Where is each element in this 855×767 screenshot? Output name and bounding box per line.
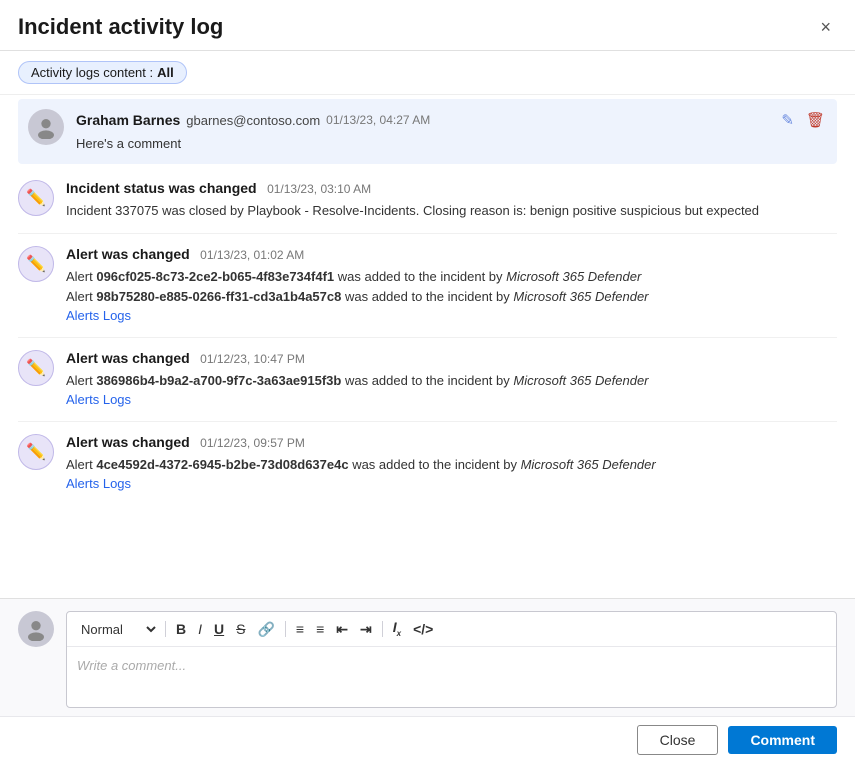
underline-button[interactable]: U: [210, 620, 228, 638]
alert-hash-5: 4ce4592d-4372-6945-b2be-73d08d637e4c: [96, 457, 348, 472]
code-button[interactable]: </>: [409, 620, 437, 638]
alert-hash-3b: 98b75280-e885-0266-ff31-cd3a1b4a57c8: [96, 289, 341, 304]
alerts-logs-link-3[interactable]: Alerts Logs: [66, 308, 131, 323]
alert-suffix-3b: was added to the incident by: [341, 289, 513, 304]
log-content-alert-3: Alert was changed 01/13/23, 01:02 AM Ale…: [66, 246, 837, 325]
avatar-alert-5: ✏️: [18, 434, 54, 470]
alert-prefix-3b: Alert: [66, 289, 96, 304]
log-actions: ✎ 🗑: [779, 109, 827, 131]
comment-editor: Normal Heading 1 Heading 2 Heading 3 B I…: [66, 611, 837, 708]
list-unordered-button[interactable]: ≡: [312, 620, 328, 638]
log-detail-alert-4: Alert 386986b4-b9a2-a700-9f7c-3a63ae915f…: [66, 371, 837, 391]
log-action-row-3: Alert was changed 01/13/23, 01:02 AM: [66, 246, 837, 264]
log-action-row-5: Alert was changed 01/12/23, 09:57 PM: [66, 434, 837, 452]
log-user: Graham Barnes: [76, 112, 180, 128]
editor-body[interactable]: Write a comment...: [67, 647, 836, 707]
pencil-icon-alert-5: ✏️: [26, 442, 46, 462]
alert-prefix-4: Alert: [66, 373, 96, 388]
log-action-title: Incident status was changed: [66, 180, 257, 196]
log-content-alert-5: Alert was changed 01/12/23, 09:57 PM Ale…: [66, 434, 837, 493]
avatar-alert-3: ✏️: [18, 246, 54, 282]
comment-row: Normal Heading 1 Heading 2 Heading 3 B I…: [0, 598, 855, 716]
log-detail-status: Incident 337075 was closed by Playbook -…: [66, 201, 837, 221]
filter-label: Activity logs content :: [31, 65, 153, 80]
editor-toolbar: Normal Heading 1 Heading 2 Heading 3 B I…: [67, 612, 836, 647]
alerts-logs-link-5[interactable]: Alerts Logs: [66, 476, 131, 491]
log-action-row: Incident status was changed 01/13/23, 03…: [66, 180, 837, 198]
editor-placeholder: Write a comment...: [77, 658, 186, 673]
alert-prefix-5: Alert: [66, 457, 96, 472]
log-list: Graham Barnes gbarnes@contoso.com 01/13/…: [0, 95, 855, 598]
log-action-title-4: Alert was changed: [66, 350, 190, 366]
log-action-title-5: Alert was changed: [66, 434, 190, 450]
panel-title: Incident activity log: [18, 14, 223, 40]
edit-icon-button[interactable]: ✎: [779, 109, 796, 131]
close-icon-button[interactable]: ×: [814, 16, 837, 38]
pencil-icon-status: ✏️: [26, 188, 46, 208]
log-item-comment: Graham Barnes gbarnes@contoso.com 01/13/…: [18, 99, 837, 164]
pencil-icon-alert-4: ✏️: [26, 358, 46, 378]
log-detail-alert-3: Alert 096cf025-8c73-2ce2-b065-4f83e734f4…: [66, 267, 837, 307]
list-ordered-button[interactable]: ≡: [292, 620, 308, 638]
italic-button[interactable]: I: [194, 620, 206, 638]
alert-suffix-4: was added to the incident by: [341, 373, 513, 388]
indent-decrease-button[interactable]: ⇤: [332, 620, 352, 638]
format-select[interactable]: Normal Heading 1 Heading 2 Heading 3: [75, 621, 159, 638]
log-item-alert-3: ✏️ Alert was changed 01/13/23, 01:02 AM …: [18, 234, 837, 338]
footer-comment-button[interactable]: Comment: [728, 726, 837, 754]
log-meta: Graham Barnes gbarnes@contoso.com 01/13/…: [76, 112, 430, 128]
filter-bar: Activity logs content : All: [0, 51, 855, 95]
log-time: 01/13/23, 04:27 AM: [326, 113, 430, 127]
toolbar-divider-2: [285, 621, 286, 637]
indent-increase-button[interactable]: ⇥: [356, 620, 376, 638]
alert-prefix-3a: Alert: [66, 269, 96, 284]
log-action-row-4: Alert was changed 01/12/23, 10:47 PM: [66, 350, 837, 368]
alerts-logs-link-4[interactable]: Alerts Logs: [66, 392, 131, 407]
alert-suffix-3a: was added to the incident by: [334, 269, 506, 284]
panel-header: Incident activity log ×: [0, 0, 855, 51]
alert-source-3a: Microsoft 365 Defender: [506, 269, 641, 284]
log-header-row: Graham Barnes gbarnes@contoso.com 01/13/…: [76, 109, 827, 131]
avatar-alert-4: ✏️: [18, 350, 54, 386]
filter-pill[interactable]: Activity logs content : All: [18, 61, 187, 84]
log-content-status: Incident status was changed 01/13/23, 03…: [66, 180, 837, 221]
avatar-graham: [28, 109, 64, 145]
alert-suffix-5: was added to the incident by: [349, 457, 521, 472]
log-action-time: 01/13/23, 03:10 AM: [267, 182, 371, 196]
alert-source-5: Microsoft 365 Defender: [521, 457, 656, 472]
log-action-time-5: 01/12/23, 09:57 PM: [200, 436, 305, 450]
avatar-status: ✏️: [18, 180, 54, 216]
log-item-alert-4: ✏️ Alert was changed 01/12/23, 10:47 PM …: [18, 338, 837, 422]
incident-activity-panel: Incident activity log × Activity logs co…: [0, 0, 855, 767]
avatar-commenter: [18, 611, 54, 647]
log-content-comment: Graham Barnes gbarnes@contoso.com 01/13/…: [76, 109, 827, 154]
alert-hash-4: 386986b4-b9a2-a700-9f7c-3a63ae915f3b: [96, 373, 341, 388]
log-item-alert-5: ✏️ Alert was changed 01/12/23, 09:57 PM …: [18, 422, 837, 505]
log-action-time-3: 01/13/23, 01:02 AM: [200, 248, 304, 262]
toolbar-divider-3: [382, 621, 383, 637]
footer-close-button[interactable]: Close: [637, 725, 719, 755]
bold-button[interactable]: B: [172, 620, 190, 638]
toolbar-divider-1: [165, 621, 166, 637]
alert-hash-3a: 096cf025-8c73-2ce2-b065-4f83e734f4f1: [96, 269, 334, 284]
log-content-alert-4: Alert was changed 01/12/23, 10:47 PM Ale…: [66, 350, 837, 409]
filter-value: All: [157, 65, 174, 80]
clear-format-button[interactable]: Ix: [389, 618, 405, 640]
log-item-status: ✏️ Incident status was changed 01/13/23,…: [18, 168, 837, 234]
link-button[interactable]: 🔗: [253, 620, 278, 638]
log-action-time-4: 01/12/23, 10:47 PM: [200, 352, 305, 366]
alert-source-4: Microsoft 365 Defender: [513, 373, 648, 388]
pencil-icon-alert-3: ✏️: [26, 254, 46, 274]
log-detail-alert-5: Alert 4ce4592d-4372-6945-b2be-73d08d637e…: [66, 455, 837, 475]
log-email: gbarnes@contoso.com: [186, 113, 320, 128]
alert-source-3b: Microsoft 365 Defender: [513, 289, 648, 304]
footer-bar: Close Comment: [0, 716, 855, 767]
delete-icon-button[interactable]: 🗑: [804, 109, 827, 131]
log-body-comment: Here's a comment: [76, 134, 827, 154]
strikethrough-button[interactable]: S: [232, 620, 249, 638]
log-action-title-3: Alert was changed: [66, 246, 190, 262]
